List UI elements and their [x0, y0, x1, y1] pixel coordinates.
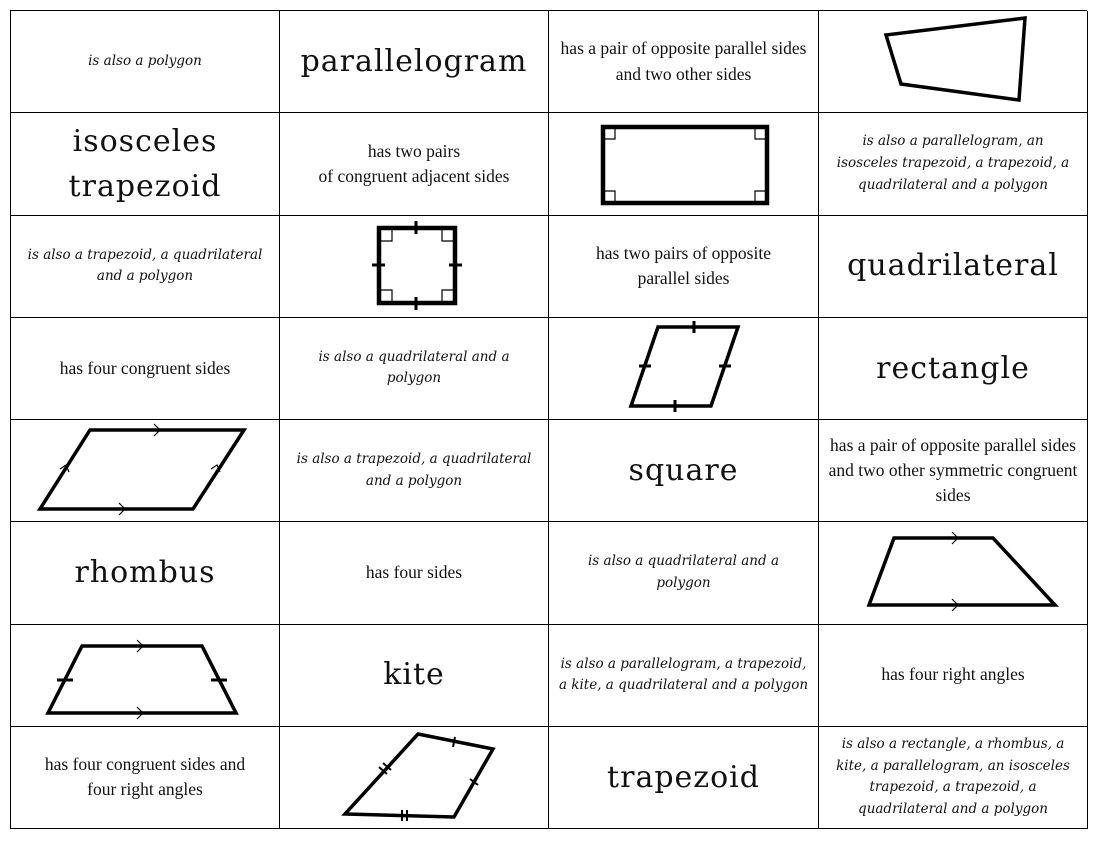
card-also-polygon[interactable]: is also a polygon [11, 11, 280, 114]
card-desc-kite[interactable]: has two pairs of congruent adjacent side… [280, 113, 549, 216]
card-text: quadrilateral [847, 248, 1059, 284]
card-term-trapezoid[interactable]: trapezoid [549, 726, 819, 829]
card-also-isosceles-trapezoid[interactable]: is also a trapezoid, a quadrilateral and… [11, 215, 280, 318]
card-desc-rectangle[interactable]: has four right angles [819, 624, 1088, 727]
card-shape-kite[interactable] [280, 726, 549, 829]
card-term-parallelogram[interactable]: parallelogram [280, 11, 549, 114]
card-text: has four congruent sides and four right … [44, 754, 246, 800]
card-text: is also a rectangle, a rhombus, a kite, … [836, 736, 1070, 817]
card-text: is also a parallelogram, a trapezoid, a … [558, 655, 809, 694]
card-text: has a pair of opposite parallel sides an… [560, 38, 807, 84]
card-text: parallelogram [300, 43, 528, 79]
card-shape-quadrilateral[interactable] [819, 11, 1088, 114]
card-also-kite[interactable]: is also a quadrilateral and a polygon [549, 522, 819, 625]
card-desc-square[interactable]: has four congruent sides and four right … [11, 726, 280, 829]
card-text: is also a quadrilateral and a polygon [318, 348, 510, 387]
card-text: is also a quadrilateral and a polygon [587, 553, 779, 591]
card-desc-parallelogram[interactable]: has two pairs of opposite parallel sides [549, 215, 819, 318]
card-shape-trapezoid[interactable] [819, 522, 1088, 625]
card-shape-square[interactable] [280, 215, 549, 318]
card-text: has a pair of opposite parallel sides an… [828, 434, 1078, 506]
card-text: rectangle [876, 350, 1030, 386]
card-text: square [628, 452, 739, 488]
card-term-quadrilateral[interactable]: quadrilateral [819, 215, 1088, 318]
card-text: is also a trapezoid, a quadrilateral and… [27, 246, 263, 285]
card-text: has four congruent sides [59, 357, 231, 378]
card-text: has two pairs of opposite parallel sides [596, 242, 771, 289]
card-term-rectangle[interactable]: rectangle [819, 317, 1088, 420]
card-desc-trapezoid[interactable]: has a pair of opposite parallel sides an… [549, 11, 819, 114]
card-text: has four sides [365, 562, 463, 583]
card-text: kite [383, 657, 445, 693]
card-also-rhombus[interactable]: is also a parallelogram, a trapezoid, a … [549, 624, 819, 727]
card-text: rhombus [74, 555, 216, 591]
card-also-parallelogram[interactable]: is also a trapezoid, a quadrilateral and… [280, 420, 549, 523]
card-text: is also a trapezoid, a quadrilateral and… [296, 451, 532, 489]
card-shape-parallelogram[interactable] [11, 420, 280, 523]
card-also-trapezoid[interactable]: is also a quadrilateral and a polygon [280, 317, 549, 420]
card-text: trapezoid [607, 759, 760, 795]
card-desc-quadrilateral[interactable]: has four sides [280, 522, 549, 625]
card-term-square[interactable]: square [549, 420, 819, 523]
card-shape-isosceles-trapezoid[interactable] [11, 624, 280, 727]
card-shape-rectangle[interactable] [549, 113, 819, 216]
card-desc-isosceles-trapezoid[interactable]: has a pair of opposite parallel sides an… [819, 420, 1088, 523]
card-text: is also a parallelogram, an isosceles tr… [836, 133, 1070, 193]
card-also-square[interactable]: is also a rectangle, a rhombus, a kite, … [819, 726, 1088, 829]
card-term-rhombus[interactable]: rhombus [11, 522, 280, 625]
card-term-kite[interactable]: kite [280, 624, 549, 727]
card-desc-rhombus[interactable]: has four congruent sides [11, 317, 280, 420]
card-text: is also a polygon [88, 52, 202, 69]
card-text: has four right angles [881, 664, 1025, 685]
card-sort-grid: is also a polygon parallelogram has a pa… [10, 10, 1088, 829]
card-text: has two pairs of congruent adjacent side… [318, 140, 510, 186]
card-term-isosceles-trapezoid[interactable]: isosceles trapezoid [11, 113, 280, 216]
card-shape-rhombus[interactable] [549, 317, 819, 420]
card-also-rectangle[interactable]: is also a parallelogram, an isosceles tr… [819, 113, 1088, 216]
card-text: isosceles trapezoid [68, 123, 222, 204]
